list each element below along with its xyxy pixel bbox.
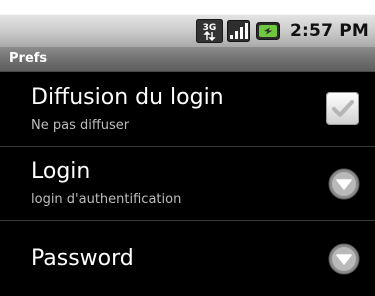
title-bar: Prefs bbox=[0, 47, 375, 72]
pref-item-summary: Ne pas diffuser bbox=[31, 118, 130, 133]
status-icons: 3G 2:57 PM bbox=[196, 15, 369, 47]
pref-item-password[interactable]: Password bbox=[0, 221, 375, 296]
status-bar: 3G 2:57 PM bbox=[0, 14, 375, 47]
pref-item-title: Password bbox=[31, 246, 134, 271]
pref-item-login[interactable]: Login login d'authentification bbox=[0, 147, 375, 220]
chevron-down-icon[interactable] bbox=[328, 243, 360, 275]
pref-item-title: Login bbox=[31, 159, 91, 184]
network-type-label: 3G bbox=[203, 23, 217, 33]
pref-item-diffusion[interactable]: Diffusion du login Ne pas diffuser bbox=[0, 72, 375, 146]
checkmark-icon bbox=[332, 100, 354, 117]
pref-item-summary: login d'authentification bbox=[31, 192, 182, 207]
preference-list: Diffusion du login Ne pas diffuser Login… bbox=[0, 72, 375, 296]
battery-charging-icon bbox=[256, 22, 281, 40]
pref-item-title: Diffusion du login bbox=[31, 85, 224, 110]
3g-data-icon: 3G bbox=[196, 19, 224, 43]
page-title: Prefs bbox=[9, 51, 48, 66]
signal-strength-icon bbox=[227, 20, 251, 42]
diffusion-checkbox[interactable] bbox=[326, 92, 359, 125]
chevron-down-icon[interactable] bbox=[328, 168, 360, 200]
app-screen: 3G 2:57 PM Prefs Diffusion du login Ne p… bbox=[0, 0, 375, 296]
status-clock: 2:57 PM bbox=[290, 21, 369, 41]
